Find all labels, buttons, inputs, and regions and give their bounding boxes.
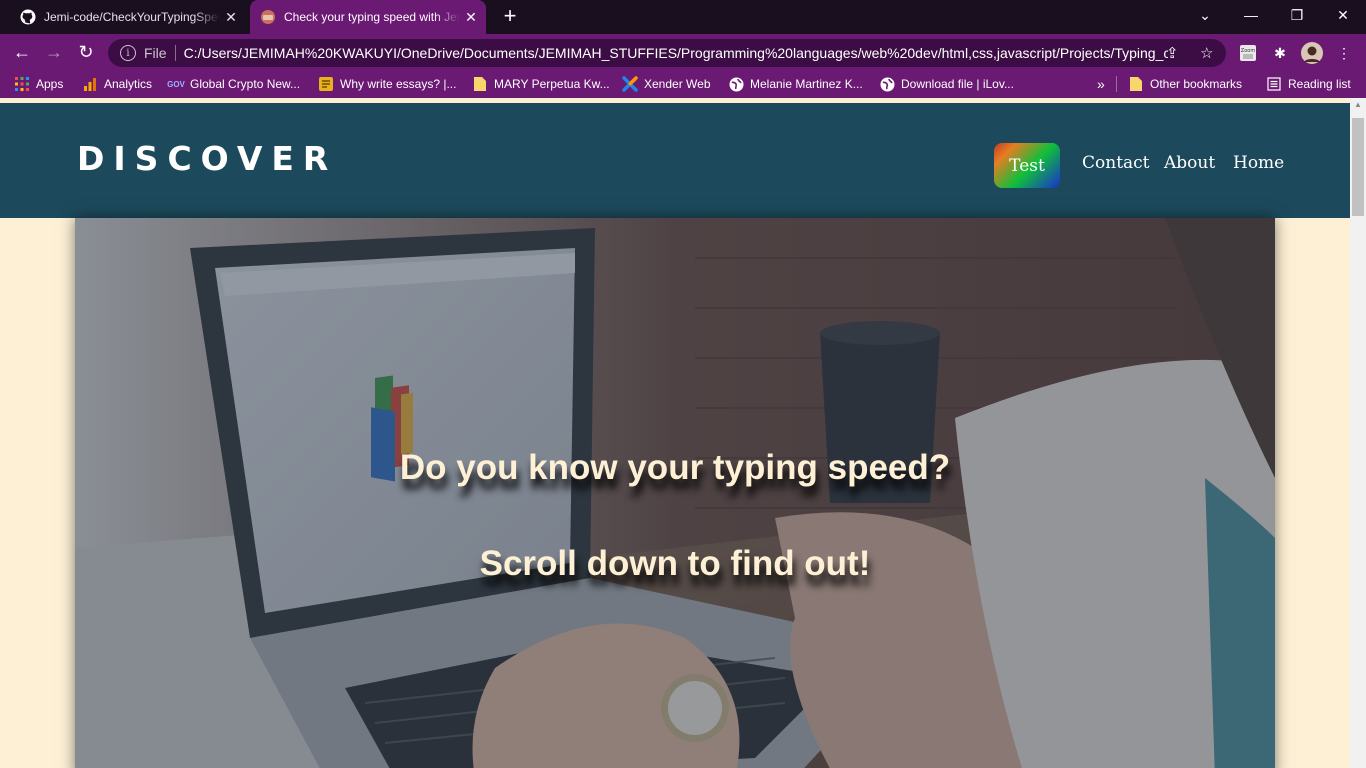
folder-icon (472, 76, 488, 92)
tab-typing-speed[interactable]: Check your typing speed with Jemi ✕ (250, 0, 486, 34)
hero-banner: Do you know your typing speed? Scroll do… (75, 218, 1275, 768)
address-divider (174, 45, 176, 61)
gov-icon: GOV (167, 79, 185, 89)
bookmark-global-crypto[interactable]: GOV Global Crypto New... (167, 70, 301, 98)
bookmark-analytics[interactable]: Analytics (82, 70, 152, 98)
bookmark-essays[interactable]: Why write essays? |... (318, 70, 456, 98)
scrollbar-thumb[interactable] (1352, 118, 1364, 216)
bookmark-apps[interactable]: Apps (14, 70, 63, 98)
nav-about-link[interactable]: About (1164, 153, 1215, 173)
hero-heading: Do you know your typing speed? (399, 448, 951, 487)
nav-home-link[interactable]: Home (1233, 153, 1284, 173)
site-header: DISCOVER Test Contact About Home (0, 103, 1350, 218)
info-icon[interactable]: i (120, 45, 136, 61)
extensions-puzzle-icon[interactable]: ✱ (1269, 42, 1291, 64)
bookmark-label: Apps (36, 77, 64, 91)
reading-list[interactable]: Reading list (1266, 70, 1351, 98)
profile-avatar[interactable] (1301, 42, 1323, 64)
globe-icon (728, 76, 744, 92)
bookmark-star-icon[interactable]: ☆ (1200, 44, 1213, 62)
address-bar[interactable]: i File C:/Users/JEMIMAH%20KWAKUYI/OneDri… (108, 39, 1226, 67)
bookmark-label: Xender Web (644, 77, 711, 91)
apps-grid-icon (14, 76, 30, 92)
bookmarks-divider (1116, 76, 1117, 92)
tab-github[interactable]: Jemi-code/CheckYourTypingSpeed ✕ (10, 0, 246, 34)
forward-arrow-icon[interactable]: → (42, 40, 66, 64)
share-icon[interactable]: ⇪ (1166, 44, 1179, 62)
reading-list-label: Reading list (1288, 77, 1351, 91)
hero-subheading: Scroll down to find out! (479, 544, 871, 583)
scroll-up-arrow-icon[interactable]: ▲ (1350, 100, 1366, 114)
tab-title: Check your typing speed with Jemi (284, 10, 460, 24)
bookmark-download-file[interactable]: Download file | iLov... (879, 70, 1014, 98)
folder-icon (1128, 76, 1144, 92)
close-tab-icon[interactable]: ✕ (220, 9, 242, 26)
address-scheme: File (144, 45, 167, 61)
page-viewport: DISCOVER Test Contact About Home Do you … (0, 98, 1350, 768)
new-tab-button[interactable]: + (498, 5, 522, 29)
restore-icon[interactable]: ❐ (1274, 0, 1320, 30)
close-tab-icon[interactable]: ✕ (460, 9, 482, 26)
nav-contact-link[interactable]: Contact (1082, 153, 1150, 173)
bookmarks-overflow-icon[interactable]: » (1097, 70, 1105, 98)
zoom-extension-icon[interactable]: Zoom (1237, 42, 1259, 64)
bookmark-label: Download file | iLov... (901, 77, 1014, 91)
bookmark-label: MARY Perpetua Kw... (494, 77, 610, 91)
bookmark-label: Why write essays? |... (340, 77, 457, 91)
bookmark-label: Global Crypto New... (190, 77, 301, 91)
bookmark-xender[interactable]: Xender Web (622, 70, 711, 98)
bookmark-label: Analytics (104, 77, 153, 91)
reload-icon[interactable]: ↻ (74, 40, 98, 64)
bookmark-other[interactable]: Other bookmarks (1128, 70, 1242, 98)
bookmark-melanie[interactable]: Melanie Martinez K... (728, 70, 863, 98)
globe-icon (879, 76, 895, 92)
bookmark-mary[interactable]: MARY Perpetua Kw... (472, 70, 610, 98)
menu-kebab-icon[interactable]: ⋮ (1333, 42, 1355, 64)
github-icon (20, 9, 36, 25)
svg-text:Zoom: Zoom (1241, 48, 1256, 54)
analytics-icon (82, 76, 98, 92)
close-window-icon[interactable]: ✕ (1320, 0, 1366, 30)
essay-icon (318, 76, 334, 92)
back-arrow-icon[interactable]: ← (10, 40, 34, 64)
minimize-icon[interactable]: — (1228, 0, 1274, 30)
site-logo[interactable]: DISCOVER (77, 139, 337, 178)
xender-icon (622, 76, 638, 92)
tab-title: Jemi-code/CheckYourTypingSpeed (44, 10, 220, 24)
reading-list-icon (1266, 76, 1282, 92)
bookmark-label: Melanie Martinez K... (750, 77, 863, 91)
page-favicon-icon (260, 9, 276, 25)
hero-overlay (75, 218, 1275, 768)
tab-search-chevron-icon[interactable]: ⌄ (1182, 0, 1228, 30)
bookmark-label: Other bookmarks (1150, 77, 1243, 91)
address-url[interactable]: C:/Users/JEMIMAH%20KWAKUYI/OneDrive/Docu… (184, 45, 1168, 61)
nav-test-button[interactable]: Test (994, 143, 1060, 188)
